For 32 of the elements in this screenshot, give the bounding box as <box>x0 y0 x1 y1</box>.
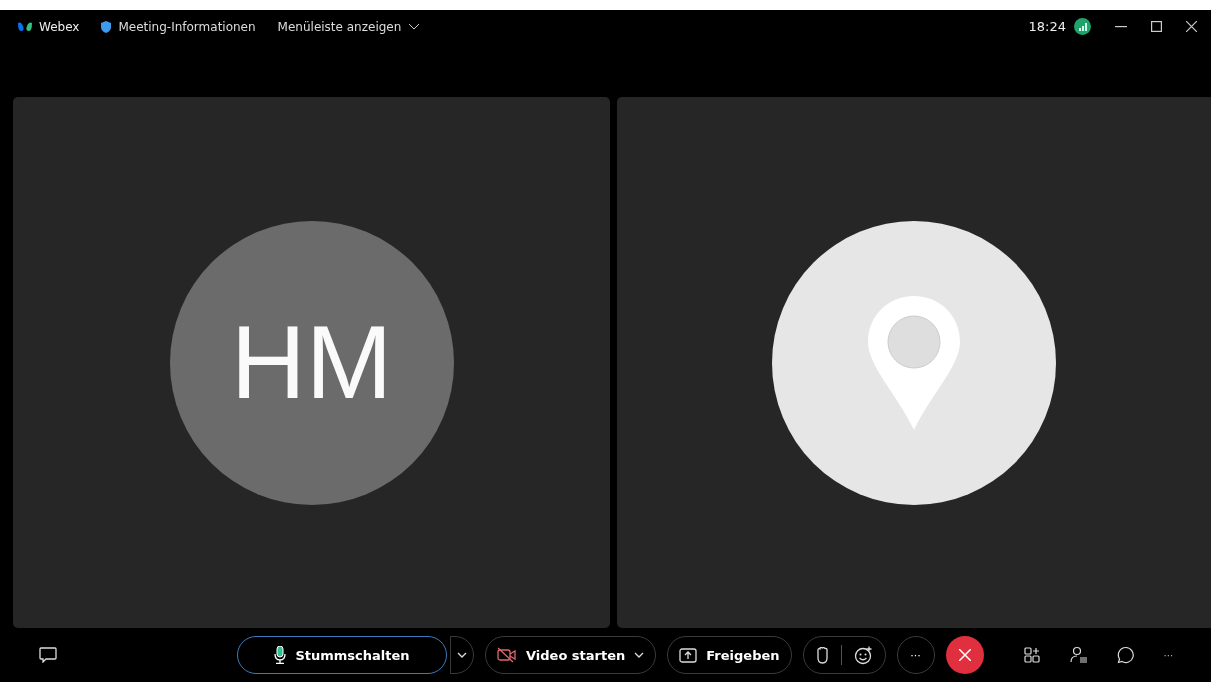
add-reaction-icon[interactable] <box>853 645 873 665</box>
chevron-down-icon <box>457 652 467 658</box>
more-options-button[interactable]: ··· <box>896 636 935 674</box>
participants-icon[interactable] <box>1069 646 1088 664</box>
raise-hand-icon[interactable] <box>815 646 829 664</box>
start-video-button[interactable]: Video starten <box>485 636 657 674</box>
meeting-info-button[interactable]: Meeting-Informationen <box>101 19 256 34</box>
camera-off-icon <box>497 647 517 663</box>
shield-icon <box>101 20 112 33</box>
audio-options-button[interactable] <box>450 636 474 674</box>
mute-button[interactable]: Stummschalten <box>237 636 447 674</box>
leave-meeting-button[interactable] <box>945 636 984 674</box>
share-screen-icon <box>679 647 698 663</box>
location-pin-icon <box>868 295 960 430</box>
share-button[interactable]: Freigeben <box>667 636 792 674</box>
clock-time: 18:24 <box>1028 19 1066 34</box>
captions-icon[interactable] <box>39 647 57 663</box>
webex-logo-icon <box>17 21 33 32</box>
avatar: HM <box>169 220 454 505</box>
menu-bar-toggle[interactable]: Menüleiste anzeigen <box>277 19 421 34</box>
chevron-down-icon <box>408 23 421 30</box>
close-icon[interactable] <box>1186 21 1197 32</box>
apps-icon[interactable] <box>1023 646 1041 664</box>
chevron-down-icon <box>634 652 645 658</box>
maximize-icon[interactable] <box>1151 21 1162 32</box>
signal-strength-icon <box>1074 18 1091 35</box>
minimize-icon[interactable] <box>1115 25 1127 28</box>
app-name: Webex <box>39 19 80 34</box>
chat-icon[interactable] <box>1116 646 1135 664</box>
close-icon <box>958 649 971 661</box>
microphone-icon <box>274 646 287 664</box>
overflow-menu-button[interactable]: ··· <box>1163 649 1174 661</box>
